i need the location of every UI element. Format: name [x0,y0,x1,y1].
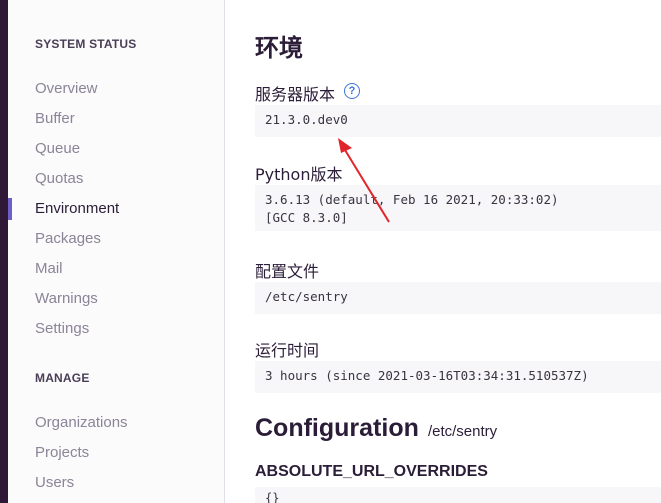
sidebar-item-settings[interactable]: Settings [35,320,89,337]
question-circle-icon[interactable]: ? [344,83,360,99]
sidebar-item-warnings[interactable]: Warnings [35,290,98,307]
option-value: {} [255,487,661,503]
config-file-value: /etc/sentry [255,282,661,314]
manage-heading: MANAGE [35,371,90,385]
uptime-label: 运行时间 [255,341,320,360]
sidebar-item-mail[interactable]: Mail [35,260,63,277]
sidebar-item-users[interactable]: Users [35,474,74,491]
app-edge-strip [0,0,8,503]
sidebar-item-packages[interactable]: Packages [35,230,101,247]
sidebar-item-queue[interactable]: Queue [35,140,80,157]
sidebar-item-buffer[interactable]: Buffer [35,110,75,127]
python-version-value: 3.6.13 (default, Feb 16 2021, 20:33:02) … [255,185,661,231]
sidebar-item-environment[interactable]: Environment [35,200,119,217]
main-content: 环境 服务器版本 ? 21.3.0.dev0 Python版本 3.6.13 (… [226,0,661,503]
sidebar-item-projects[interactable]: Projects [35,444,89,461]
admin-environment-page: SYSTEM STATUS Overview Buffer Queue Quot… [0,0,661,503]
configuration-heading: Configuration /etc/sentry [255,414,497,443]
option-name: ABSOLUTE_URL_OVERRIDES [255,463,488,480]
page-title: 环境 [255,34,303,62]
server-version-value: 21.3.0.dev0 [255,105,661,137]
system-status-heading: SYSTEM STATUS [35,37,137,51]
server-version-label: 服务器版本 [255,85,336,104]
uptime-value: 3 hours (since 2021-03-16T03:34:31.51053… [255,361,661,393]
sidebar-item-organizations[interactable]: Organizations [35,414,128,431]
config-file-label: 配置文件 [255,262,320,281]
configuration-title: Configuration [255,414,419,442]
sidebar-item-quotas[interactable]: Quotas [35,170,83,187]
admin-sidebar: SYSTEM STATUS Overview Buffer Queue Quot… [8,0,225,503]
active-item-indicator [8,198,12,220]
python-version-label: Python版本 [255,165,343,184]
configuration-path: /etc/sentry [427,423,498,440]
sidebar-item-overview[interactable]: Overview [35,80,98,97]
